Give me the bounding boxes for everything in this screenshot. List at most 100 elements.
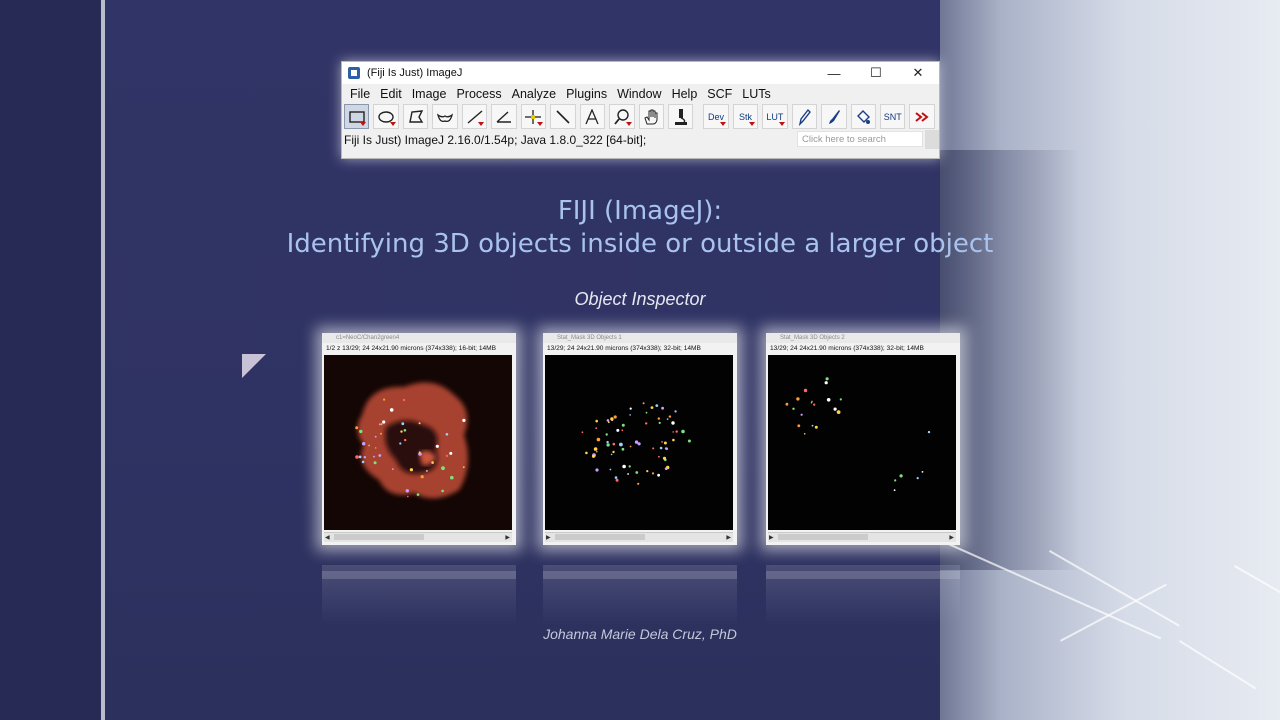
menu-process[interactable]: Process [451,87,506,101]
object-spot [409,468,413,472]
point-tool[interactable] [520,104,547,129]
image-window-objects-2[interactable]: Stat_Mask 3D Objects 2 13/29; 24 24x21.9… [766,333,960,545]
snt-tool[interactable]: SNT [880,104,906,129]
menu-file[interactable]: File [345,87,375,101]
object-spot [645,411,648,414]
more-tools-button[interactable] [909,104,935,129]
object-spot [389,408,394,412]
object-spot [581,431,584,434]
play-forward-icon[interactable]: ▶ [505,534,510,541]
menu-window[interactable]: Window [612,87,666,101]
minimize-button[interactable]: — [813,62,855,84]
menu-edit[interactable]: Edit [375,87,407,101]
zoom-tool[interactable] [609,104,635,129]
stack-slider[interactable]: ▶ ▶ [545,532,733,542]
slider-thumb[interactable] [334,534,424,540]
menu-luts[interactable]: LUTs [737,87,775,101]
play-icon[interactable]: ▶ [769,534,774,541]
close-button[interactable]: ✕ [897,62,939,84]
dev-tool[interactable]: Dev [703,104,729,129]
object-spot [657,417,660,420]
color-picker-tool[interactable] [667,104,694,129]
image-window-objects-1[interactable]: Stat_Mask 3D Objects 1 13/29; 24 24x21.9… [543,333,737,545]
image-canvas[interactable] [324,355,512,530]
slider-thumb[interactable] [555,534,645,540]
object-spot [664,447,668,450]
slide-subtitle: Object Inspector [574,289,706,309]
object-spot [619,442,623,447]
image-window-title[interactable]: Stat_Mask 3D Objects 1 [543,333,737,343]
object-spot [595,427,598,430]
object-spot [609,468,612,471]
object-spot [374,447,377,449]
search-input[interactable]: Click here to search [797,131,923,147]
image-window-original[interactable]: c1=NeoC/Chan2green4 1/2 z 13/29; 24 24x2… [322,333,516,545]
toolbar: Dev Stk LUT SNT [342,103,939,130]
objects-image-outside [768,355,956,530]
wand-icon [556,109,570,124]
play-forward-icon[interactable]: ▶ [949,534,954,541]
pencil-tool[interactable] [791,104,818,129]
object-spot [826,398,831,402]
image-canvas[interactable] [768,355,956,530]
object-spot [378,454,382,457]
object-spot [899,474,903,478]
object-spot [681,429,685,434]
oval-tool[interactable] [373,104,399,129]
text-tool[interactable] [579,104,606,129]
object-spot [606,443,610,447]
object-spot [627,473,629,475]
menu-analyze[interactable]: Analyze [507,87,561,101]
object-spot [796,397,800,401]
object-spot [596,437,601,442]
object-spot [374,435,377,438]
object-spot [383,398,386,401]
polygon-tool[interactable] [402,104,429,129]
object-spot [668,415,672,418]
object-spot [629,414,631,416]
object-spot [441,466,445,471]
status-scrollbar[interactable] [925,130,939,149]
window-title: (Fiji Is Just) ImageJ [367,67,463,79]
rectangle-tool[interactable] [344,104,370,129]
freehand-tool[interactable] [432,104,458,129]
play-icon[interactable]: ◀ [325,534,330,541]
object-spot [616,428,620,432]
object-spot [382,420,386,424]
stk-tool[interactable]: Stk [732,104,759,129]
window-titlebar[interactable]: (Fiji Is Just) ImageJ — ☐ ✕ [342,62,939,84]
angle-tool[interactable] [491,104,517,129]
menu-image[interactable]: Image [407,87,452,101]
wand-tool[interactable] [550,104,576,129]
object-spot [610,417,614,421]
object-spot [814,425,818,429]
object-spot [431,461,434,464]
window-reflection [766,565,960,625]
object-spot [621,429,624,432]
image-canvas[interactable] [545,355,733,530]
object-spot [362,442,366,446]
angle-icon [496,110,511,123]
scroll-tool[interactable] [638,104,664,129]
stack-slider[interactable]: ◀ ▶ [324,532,512,542]
object-spot [671,421,675,425]
object-spot [792,407,795,410]
slide-title-line1: FIJI (ImageJ): [557,196,723,226]
triangle-marker [242,354,266,378]
play-icon[interactable]: ▶ [546,534,551,541]
maximize-button[interactable]: ☐ [855,62,897,84]
object-spot [373,455,375,458]
image-window-title[interactable]: Stat_Mask 3D Objects 2 [766,333,960,343]
stack-slider[interactable]: ▶ ▶ [768,532,956,542]
image-window-title[interactable]: c1=NeoC/Chan2green4 [322,333,516,343]
brush-tool[interactable] [821,104,847,129]
slider-thumb[interactable] [778,534,868,540]
lut-tool[interactable]: LUT [762,104,788,129]
microscope-icon [674,108,687,125]
play-forward-icon[interactable]: ▶ [726,534,731,541]
flood-fill-tool[interactable] [850,104,877,129]
menu-help[interactable]: Help [667,87,703,101]
line-tool[interactable] [461,104,488,129]
menu-scf[interactable]: SCF [702,87,737,101]
menu-plugins[interactable]: Plugins [561,87,612,101]
